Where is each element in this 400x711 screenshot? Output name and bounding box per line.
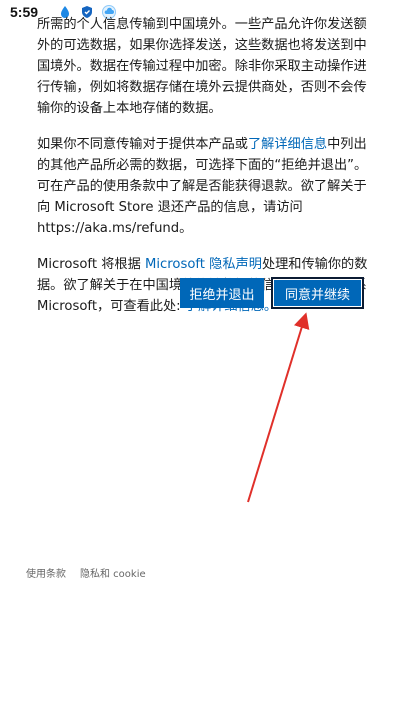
- action-buttons: 拒绝并退出 同意并继续: [0, 277, 400, 310]
- decline-button[interactable]: 拒绝并退出: [180, 278, 264, 308]
- status-time: 5:59: [10, 4, 39, 20]
- paragraph-text: 如果你不同意传输对于提供本产品或: [37, 137, 248, 152]
- learn-more-link[interactable]: 了解详细信息: [248, 137, 327, 152]
- terms-link[interactable]: 使用条款: [26, 565, 66, 580]
- privacy-statement-link[interactable]: Microsoft 隐私声明: [145, 257, 262, 272]
- footer: 使用条款 隐私和 cookie: [26, 565, 146, 580]
- paragraph-decline-info: 如果你不同意传输对于提供本产品或了解详细信息中列出的其他产品所必需的数据，可选择…: [37, 134, 377, 239]
- paragraph-text: Microsoft 将根据: [37, 257, 145, 272]
- paragraph-data-transfer: 所需的个人信息传输到中国境外。一些产品允许你发送额外的可选数据，如果你选择发送，…: [37, 17, 367, 116]
- accept-button[interactable]: 同意并继续: [271, 277, 364, 309]
- privacy-cookie-link[interactable]: 隐私和 cookie: [80, 565, 146, 580]
